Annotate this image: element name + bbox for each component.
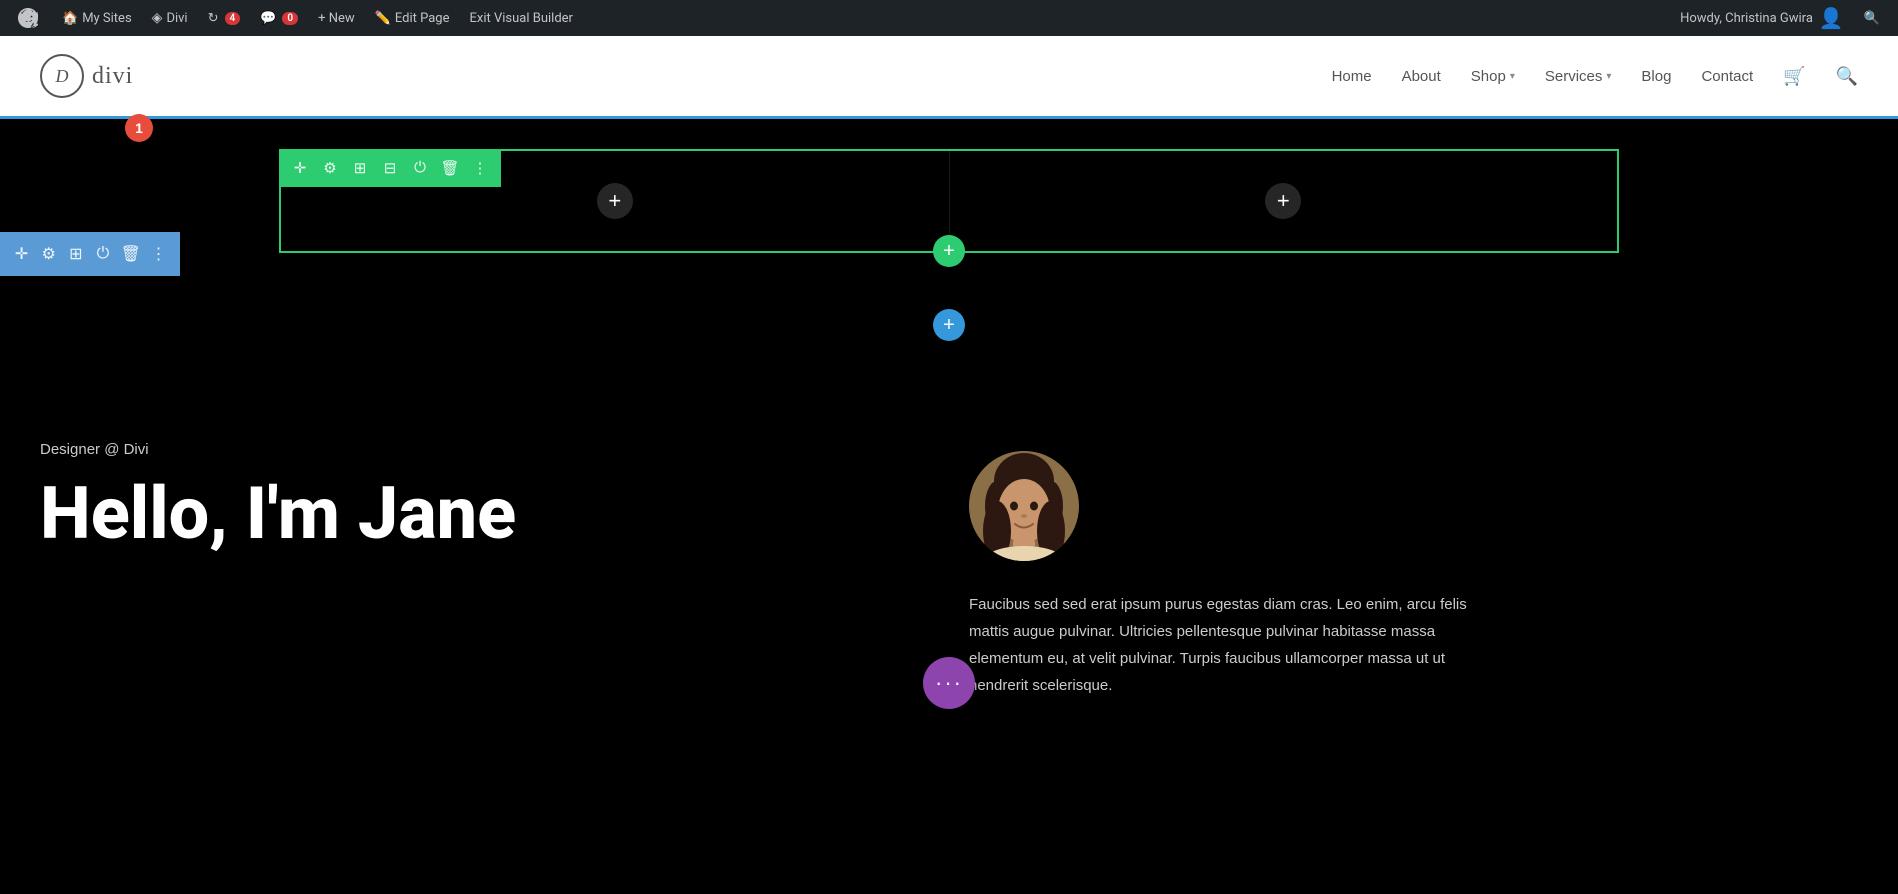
add-module-left-button[interactable]: + <box>597 183 633 219</box>
section-delete-icon[interactable]: 🗑 <box>121 242 141 266</box>
add-row-button[interactable]: + <box>933 235 965 267</box>
wp-logo-button[interactable] <box>8 0 52 36</box>
howdy-button[interactable]: Howdy, Christina Gwira 👤 <box>1670 0 1854 36</box>
hero-subtitle: Designer @ Divi <box>40 441 929 458</box>
row-columns-icon[interactable]: ⊟ <box>379 157 401 179</box>
section-more-icon[interactable]: ⋮ <box>149 242 168 266</box>
column-right: + <box>950 151 1618 251</box>
nav-search-icon[interactable]: 🔍 <box>1836 66 1858 87</box>
services-chevron-icon: ▾ <box>1606 71 1611 82</box>
nav-about[interactable]: About <box>1402 68 1441 85</box>
builder-row: ✛ ⚙ ⊞ ⊟ ⏻ 🗑 ⋮ + + + <box>279 149 1619 253</box>
nav-contact[interactable]: Contact <box>1701 68 1753 85</box>
row-settings-icon[interactable]: ⚙ <box>319 157 341 179</box>
builder-section: ✛ ⚙ ⊞ ⊟ ⏻ 🗑 ⋮ + + + + <box>0 119 1898 381</box>
section-layout-icon[interactable]: ⊞ <box>66 242 85 266</box>
new-button[interactable]: + New <box>308 0 365 36</box>
nav-services[interactable]: Services ▾ <box>1545 68 1612 85</box>
site-logo[interactable]: D divi <box>40 54 133 98</box>
site-header: 1 D divi Home About Shop ▾ Services ▾ Bl… <box>0 36 1898 116</box>
add-module-right-button[interactable]: + <box>1265 183 1301 219</box>
pencil-icon: ✏️ <box>375 11 391 26</box>
howdy-label: Howdy, Christina Gwira <box>1680 11 1813 26</box>
section-move-icon[interactable]: ✛ <box>12 242 31 266</box>
section-toolbar: ✛ ⚙ ⊞ ⏻ 🗑 ⋮ <box>0 232 180 276</box>
edit-page-label: Edit Page <box>395 11 450 26</box>
fab-button[interactable]: ··· <box>923 657 975 709</box>
row-move-icon[interactable]: ✛ <box>289 157 311 179</box>
main-content: ✛ ⚙ ⊞ ⏻ 🗑 ⋮ ✛ ⚙ ⊞ ⊟ ⏻ 🗑 ⋮ + <box>0 116 1898 874</box>
comments-button[interactable]: 💬 0 <box>250 0 308 36</box>
nav-blog[interactable]: Blog <box>1641 68 1671 85</box>
logo-circle: D <box>40 54 84 98</box>
site-nav: Home About Shop ▾ Services ▾ Blog Contac… <box>1332 66 1858 87</box>
edit-page-button[interactable]: ✏️ Edit Page <box>365 0 460 36</box>
admin-bar: 🏠 My Sites ◈ Divi ↻ 4 💬 0 + New ✏️ Edit … <box>0 0 1898 36</box>
cart-icon[interactable]: 🛒 <box>1783 66 1805 87</box>
divi-icon: ◈ <box>152 10 163 26</box>
search-icon: 🔍 <box>1864 11 1880 26</box>
exit-builder-button[interactable]: Exit Visual Builder <box>460 0 583 36</box>
shop-chevron-icon: ▾ <box>1510 71 1515 82</box>
divi-button[interactable]: ◈ Divi <box>142 0 198 36</box>
logo-d: D <box>56 66 69 87</box>
refresh-icon: ↻ <box>208 11 219 26</box>
row-power-icon[interactable]: ⏻ <box>409 157 431 179</box>
exit-builder-label: Exit Visual Builder <box>470 11 573 26</box>
section-settings-icon[interactable]: ⚙ <box>39 242 58 266</box>
add-section-button[interactable]: + <box>933 309 965 341</box>
nav-shop[interactable]: Shop ▾ <box>1471 68 1515 85</box>
new-label: + New <box>318 11 355 26</box>
logo-text: divi <box>92 63 133 90</box>
hero-section: Designer @ Divi Hello, I'm Jane <box>0 381 1898 739</box>
section-power-icon[interactable]: ⏻ <box>93 242 112 266</box>
section-number-badge: 1 <box>125 114 153 142</box>
nav-home[interactable]: Home <box>1332 68 1372 85</box>
hero-description: Faucibus sed sed erat ipsum purus egesta… <box>969 591 1469 699</box>
divi-label: Divi <box>166 11 187 26</box>
avatar <box>969 451 1079 561</box>
comment-count: 0 <box>282 12 298 25</box>
avatar-icon: 👤 <box>1819 6 1844 30</box>
row-delete-icon[interactable]: 🗑 <box>439 157 461 179</box>
my-sites-label: My Sites <box>82 11 131 26</box>
hero-title: Hello, I'm Jane <box>40 474 929 553</box>
hero-right: Faucibus sed sed erat ipsum purus egesta… <box>969 441 1858 699</box>
my-sites-button[interactable]: 🏠 My Sites <box>52 0 142 36</box>
row-toolbar: ✛ ⚙ ⊞ ⊟ ⏻ 🗑 ⋮ <box>279 149 501 187</box>
updates-button[interactable]: ↻ 4 <box>198 0 251 36</box>
admin-search-button[interactable]: 🔍 <box>1854 0 1890 36</box>
hero-left: Designer @ Divi Hello, I'm Jane <box>40 441 969 553</box>
house-icon: 🏠 <box>62 11 78 26</box>
update-count: 4 <box>225 12 241 25</box>
comment-icon: 💬 <box>260 11 276 26</box>
row-layout-icon[interactable]: ⊞ <box>349 157 371 179</box>
row-more-icon[interactable]: ⋮ <box>469 157 491 179</box>
